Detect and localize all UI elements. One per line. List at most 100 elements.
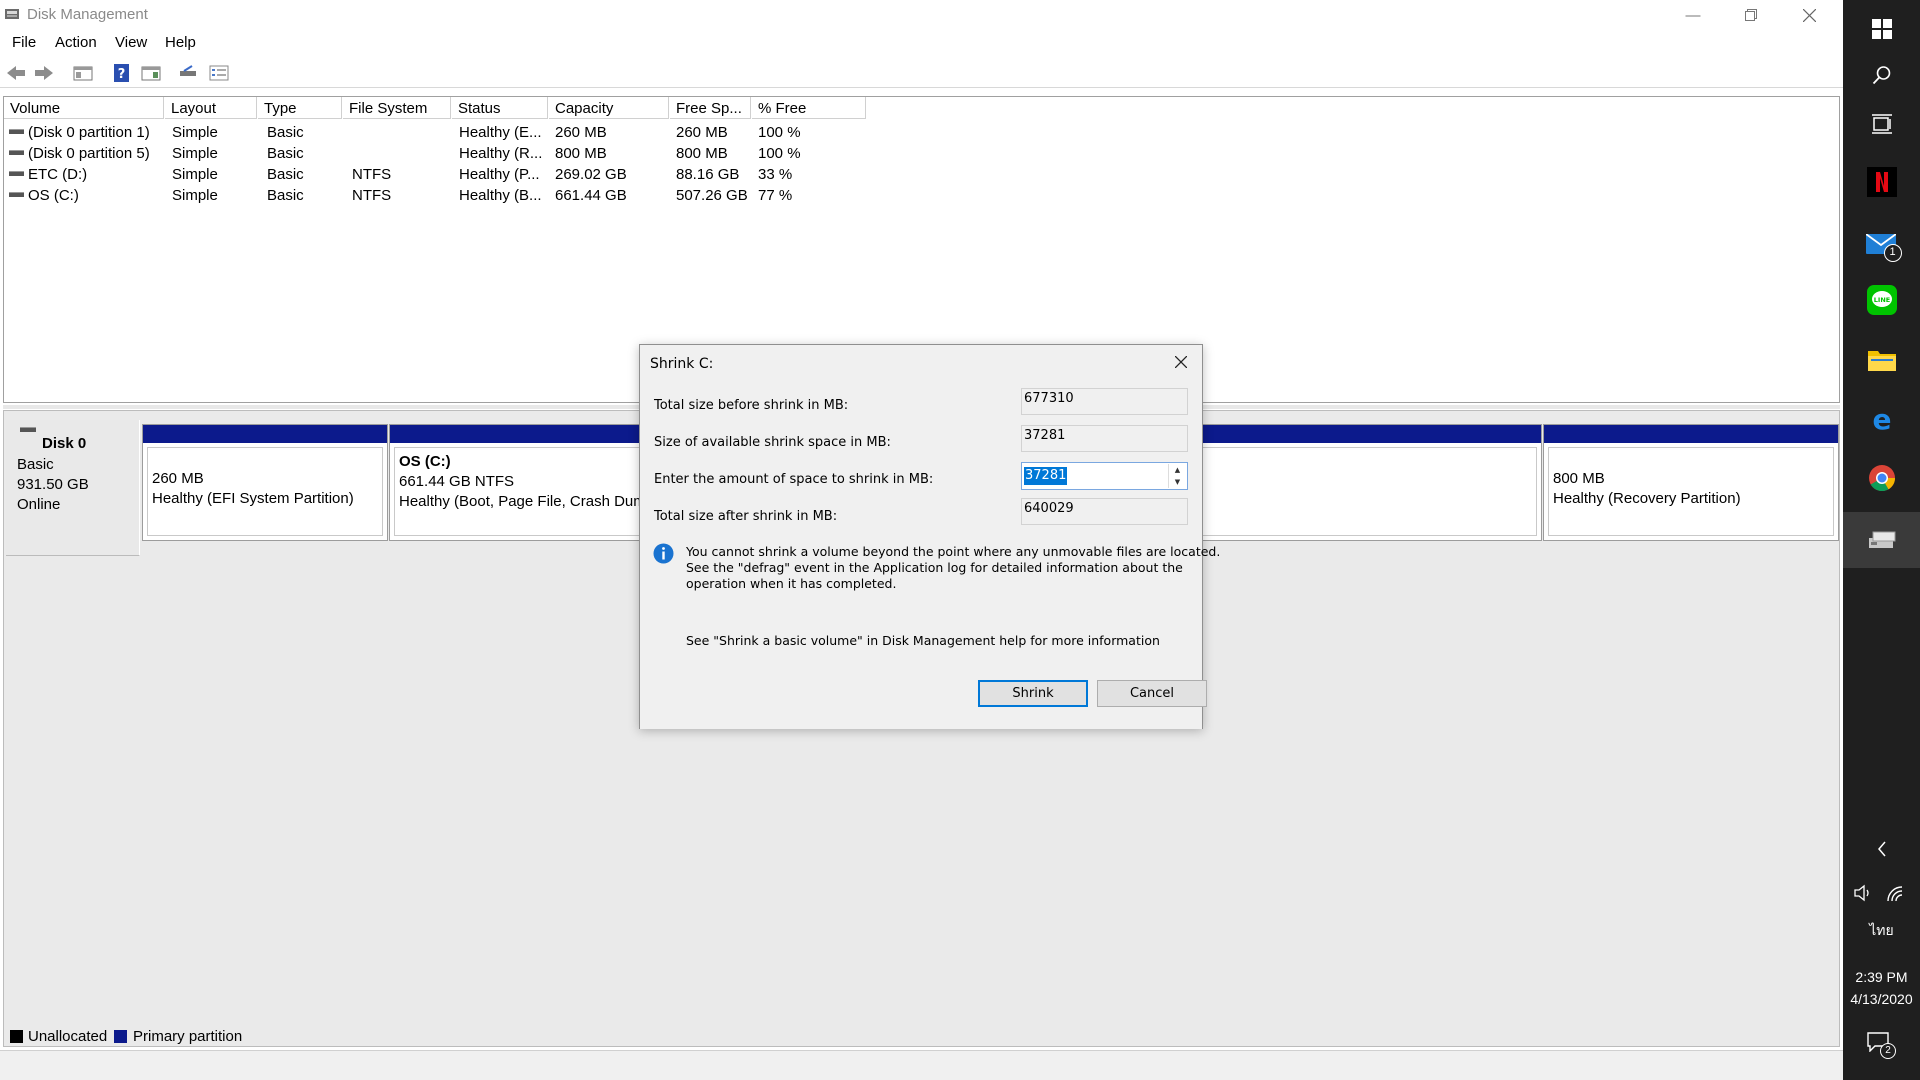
menu-file[interactable]: File [12,34,36,51]
close-window-button[interactable] [1780,0,1838,30]
disk-info-panel[interactable]: Disk 0 Basic 931.50 GB Online [6,420,140,556]
file-explorer-icon [1867,351,1896,371]
primary-partition-swatch [114,1030,127,1043]
minimize-icon: — [1685,6,1701,24]
partition-bar [1544,425,1838,443]
table-row[interactable]: (Disk 0 partition 1) [9,124,150,141]
partition-recovery[interactable]: 800 MB Healthy (Recovery Partition) [1543,424,1839,541]
volume-drive-icon [9,150,24,155]
show-hidden-icons-button[interactable] [1843,834,1920,864]
volume-drive-icon [9,129,24,134]
volume-percent-free: 33 % [758,166,793,183]
column-header-file-system[interactable]: File System [343,97,451,119]
stepper-down-icon[interactable]: ▼ [1169,476,1186,488]
disk-management-app-icon [5,9,19,19]
restore-button[interactable] [1722,0,1780,30]
close-icon [1175,356,1187,368]
speaker-icon [1854,884,1869,902]
task-view-icon [1871,114,1892,134]
back-arrow-icon[interactable] [5,63,27,83]
unallocated-swatch [10,1030,23,1043]
menu-view[interactable]: View [115,34,147,51]
volume-layout: Simple [172,124,218,141]
volume-status: Healthy (B... [459,187,542,204]
forward-arrow-icon[interactable] [33,63,55,83]
help-link-text[interactable]: See "Shrink a basic volume" in Disk Mana… [686,633,1160,648]
stepper-arrows: ▲ ▼ [1168,464,1186,488]
volume-drive-icon [9,171,24,176]
chrome-icon [1868,465,1895,492]
column-header-capacity[interactable]: Capacity [549,97,669,119]
volume-type: Basic [267,145,304,162]
netflix-icon [1866,167,1897,197]
clock-date[interactable]: 4/13/2020 [1843,991,1920,1007]
disk-name: Disk 0 [42,435,87,452]
column-header-volume[interactable]: Volume [4,97,164,119]
partition-size: 260 MB [152,470,204,487]
volume-status: Healthy (P... [459,166,540,183]
info-message: You cannot shrink a volume beyond the po… [686,544,1220,592]
info-message-line: See the "defrag" event in the Applicatio… [686,560,1183,575]
input-language-indicator[interactable]: ไทย [1843,920,1920,942]
legend: Unallocated Primary partition [3,1026,1840,1048]
file-explorer-app[interactable] [1843,331,1920,389]
info-message-line: operation when it has completed. [686,576,897,591]
close-icon [1802,8,1816,22]
partition-details: 800 MB Healthy (Recovery Partition) [1548,447,1834,536]
menu-action[interactable]: Action [55,34,97,51]
edge-app[interactable]: e [1843,390,1920,448]
cancel-button[interactable]: Cancel [1097,680,1207,707]
show-hide-action-pane-icon[interactable] [140,63,162,83]
network-button[interactable] [1885,884,1909,904]
volume-type: Basic [267,166,304,183]
shrink-dialog: Shrink C: Total size before shrink in MB… [639,344,1220,729]
volume-percent-free: 100 % [758,145,801,162]
chrome-app[interactable] [1843,449,1920,507]
column-header-percent-free[interactable]: % Free [752,97,866,119]
table-row[interactable]: OS (C:) [9,187,79,204]
mail-app[interactable]: 1 [1843,216,1920,274]
volume-percent-free: 77 % [758,187,793,204]
legend-unallocated: Unallocated [28,1028,108,1045]
total-after-label: Total size after shrink in MB: [654,509,838,524]
window-title: Disk Management [27,6,148,23]
total-after-field: 640029 [1021,498,1188,525]
line-app[interactable]: LINE [1843,271,1920,329]
show-hide-console-tree-icon[interactable] [72,63,94,83]
column-header-layout[interactable]: Layout [165,97,257,119]
total-before-label: Total size before shrink in MB: [654,398,849,413]
total-before-field: 677310 [1021,388,1188,415]
partition-efi[interactable]: 260 MB Healthy (EFI System Partition) [142,424,388,541]
menu-bar: File Action View Help [0,31,1843,55]
disk-type: Basic [17,456,54,473]
svg-text:LINE: LINE [1873,296,1889,304]
menu-help[interactable]: Help [165,34,196,51]
clock-time[interactable]: 2:39 PM [1843,969,1920,985]
action-center-button[interactable]: 2 [1867,1032,1897,1060]
table-row[interactable]: (Disk 0 partition 5) [9,145,150,162]
help-icon[interactable]: ? [111,63,133,83]
disk-size: 931.50 GB [17,476,89,493]
shrink-button[interactable]: Shrink [978,680,1088,707]
minimize-button[interactable]: — [1664,0,1722,30]
table-row[interactable]: ETC (D:) [9,166,87,183]
netflix-app[interactable] [1843,153,1920,211]
search-icon [1872,66,1890,85]
column-header-free-space[interactable]: Free Sp... [670,97,751,119]
dialog-close-button[interactable] [1166,349,1196,375]
disk-management-app[interactable] [1843,512,1920,568]
volume-name: OS (C:) [28,187,79,204]
connect-disk-icon[interactable] [178,63,200,83]
task-view-button[interactable] [1843,95,1920,153]
status-bar [0,1050,1843,1080]
shrink-amount-stepper[interactable]: 37281 ▲ ▼ [1021,462,1188,490]
column-header-status[interactable]: Status [452,97,548,119]
stepper-up-icon[interactable]: ▲ [1169,464,1186,476]
column-header-type[interactable]: Type [258,97,342,119]
toolbar: ? [0,58,1843,88]
volume-free-space: 800 MB [676,145,728,162]
volume-button[interactable] [1853,884,1877,904]
disk-drive-icon [20,427,36,432]
volume-free-space: 260 MB [676,124,728,141]
properties-icon[interactable] [208,63,230,83]
